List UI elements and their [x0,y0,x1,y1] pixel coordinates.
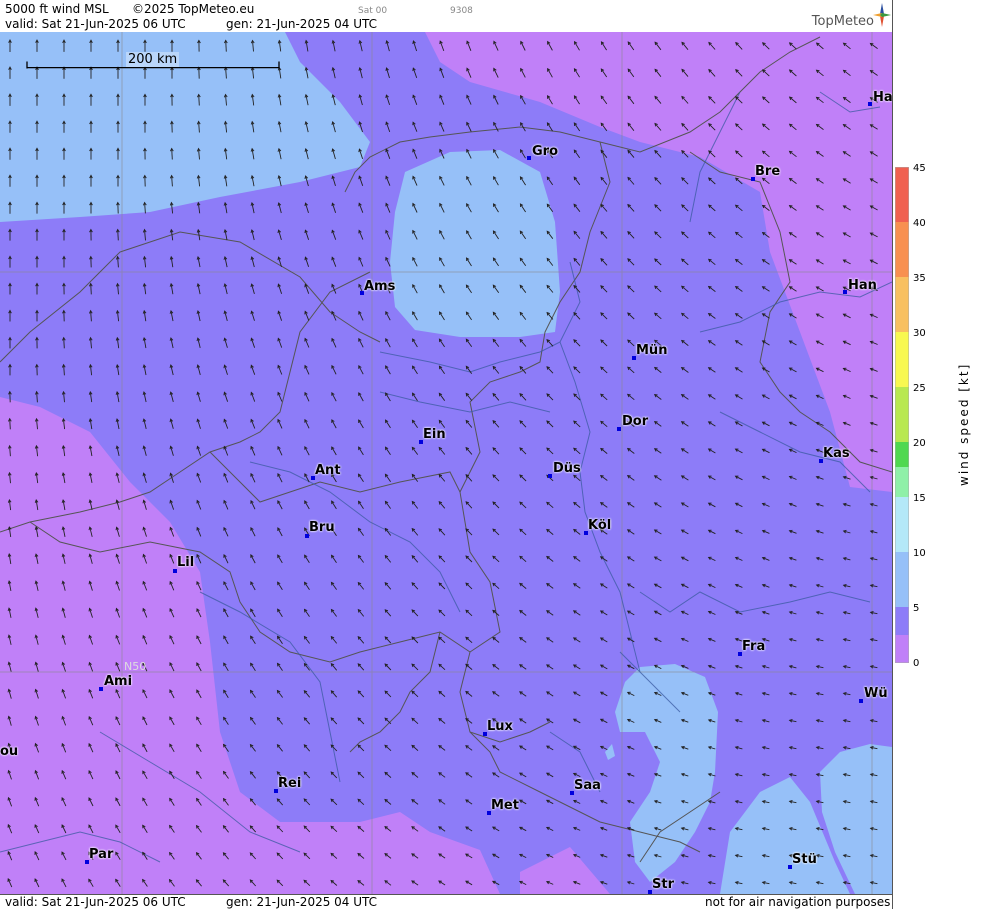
disclaimer-text: not for air navigation purposes [705,895,890,909]
city-marker [99,687,103,691]
city-label[interactable]: Lil [177,555,194,570]
city-label[interactable]: ou [0,744,18,759]
latitude-label: N50 [124,660,146,673]
city-label[interactable]: Stü [792,852,817,867]
sat-label: Sat 00 [358,4,387,18]
city-marker [617,427,621,431]
legend-tick: 15 [913,493,926,504]
city-label[interactable]: Dor [622,414,648,429]
city-label[interactable]: Han [848,278,877,293]
wind-arrow [199,95,200,106]
header-bar: 5000 ft wind MSL ©2025 TopMeteo.eu Sat 0… [0,0,892,33]
city-label[interactable]: Ami [104,674,132,689]
city-label[interactable]: Fra [742,639,765,654]
legend-colorbar [895,167,909,663]
city-label[interactable]: Düs [553,461,581,476]
legend-tick: 20 [913,438,926,449]
legend-tick: 45 [913,163,926,174]
city-label[interactable]: Gro [532,144,558,159]
city-label[interactable]: Ein [423,427,446,442]
copyright-text: ©2025 TopMeteo.eu [132,2,254,16]
footer-generated-time: gen: 21-Jun-2025 04 UTC [226,895,377,909]
legend-title: wind speed [kt] [957,363,971,486]
generated-time: gen: 21-Jun-2025 04 UTC [226,17,377,31]
legend-tick: 35 [913,273,926,284]
wind-speed-legend: 45 40 35 30 25 20 15 10 5 0 wind speed [… [892,0,983,909]
legend-tick: 10 [913,548,926,559]
city-label[interactable]: Ams [364,279,395,294]
city-label[interactable]: Bre [755,164,780,179]
legend-tick: 0 [913,658,919,669]
city-label[interactable]: Met [491,798,519,813]
city-label[interactable]: Mün [636,343,667,358]
brand-name[interactable]: TopMeteo [812,14,874,29]
wind-map-canvas[interactable] [0,32,892,894]
scale-label: 200 km [126,52,179,67]
city-label[interactable]: Wü [864,686,888,701]
legend-tick: 40 [913,218,926,229]
compass-logo-icon [872,2,892,28]
city-label[interactable]: Ha [873,90,892,105]
legend-tick: 30 [913,328,926,339]
code-label: 9308 [450,4,473,18]
footer-valid-time: valid: Sat 21-Jun-2025 06 UTC [5,895,186,909]
product-title: 5000 ft wind MSL [5,2,109,16]
wind-map[interactable]: 200 km N50 Ha Gro Bre Ams Han Mün Ein Do… [0,32,892,894]
city-label[interactable]: Lux [487,719,513,734]
city-marker [859,699,863,703]
city-label[interactable]: Köl [588,518,611,533]
city-label[interactable]: Saa [574,778,601,793]
valid-time: valid: Sat 21-Jun-2025 06 UTC [5,17,186,31]
city-marker [868,102,872,106]
city-label[interactable]: Rei [278,776,301,791]
city-label[interactable]: Str [652,877,674,892]
legend-tick: 5 [913,603,919,614]
city-label[interactable]: Kas [823,446,850,461]
city-marker [548,474,552,478]
city-marker [843,290,847,294]
city-label[interactable]: Ant [315,463,341,478]
city-marker [527,156,531,160]
footer-bar: valid: Sat 21-Jun-2025 06 UTC gen: 21-Ju… [0,894,892,910]
legend-tick: 25 [913,383,926,394]
city-label[interactable]: Bru [309,520,335,535]
city-label[interactable]: Par [89,847,113,862]
